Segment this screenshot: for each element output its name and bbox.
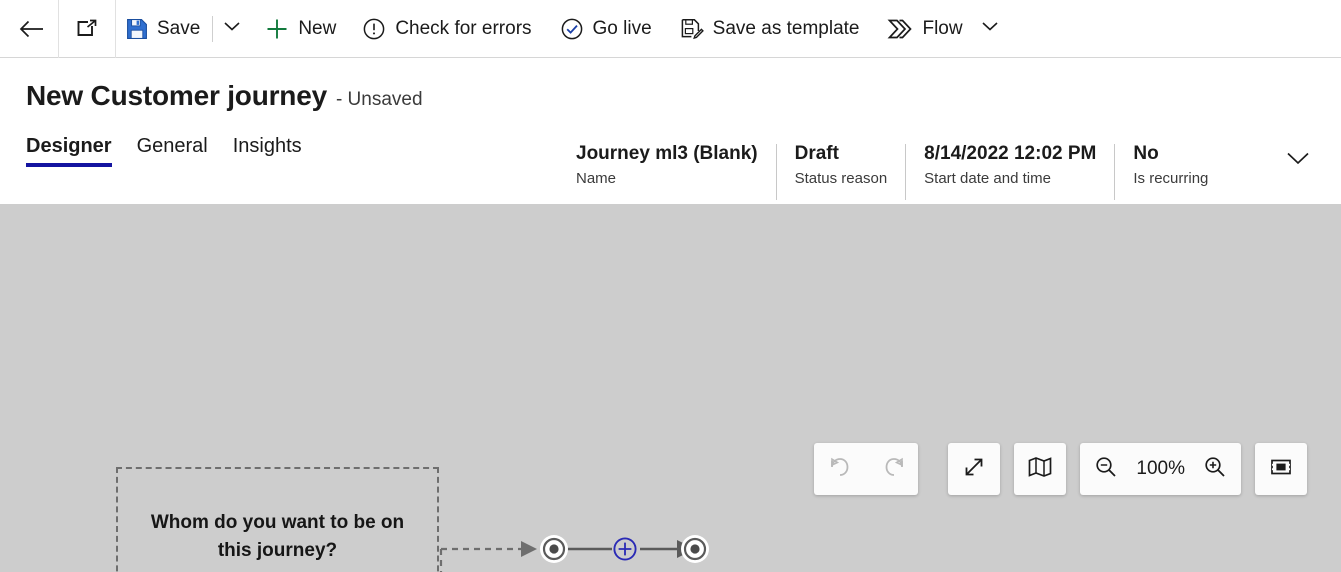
new-button[interactable]: New	[255, 9, 346, 49]
minimap-button[interactable]	[1014, 443, 1066, 495]
chevron-down-icon	[222, 19, 242, 38]
swimlane-question: Whom do you want to be on this journey?	[150, 512, 405, 561]
meta-label-is-recurring: Is recurring	[1133, 170, 1209, 187]
title-row: New Customer journey - Unsaved	[26, 58, 1341, 112]
check-for-errors-label: Check for errors	[395, 18, 532, 39]
meta-field-start-date[interactable]: 8/14/2022 12:02 PM Start date and time	[906, 142, 1114, 190]
zoom-out-icon	[1093, 454, 1119, 485]
check-for-errors-button[interactable]: Check for errors	[352, 9, 541, 49]
page-subtitle-unsaved: - Unsaved	[335, 89, 423, 110]
expand-diagonal-icon	[961, 454, 987, 485]
header-meta-strip: Journey ml3 (Blank) Name Draft Status re…	[576, 142, 1331, 204]
undo-icon	[827, 454, 853, 485]
fit-to-screen-icon	[1268, 454, 1294, 485]
insert-step-button[interactable]	[614, 538, 636, 560]
save-button[interactable]: Save	[116, 9, 210, 49]
zoom-level-label: 100%	[1136, 458, 1185, 479]
meta-field-name[interactable]: Journey ml3 (Blank) Name	[576, 142, 776, 190]
tab-general[interactable]: General	[137, 135, 208, 167]
fit-to-screen-button[interactable]	[1255, 443, 1307, 495]
save-floppy-icon	[126, 18, 148, 40]
tab-insights-label: Insights	[232, 135, 302, 157]
journey-designer-canvas[interactable]: Whom do you want to be on this journey? …	[0, 204, 1341, 572]
share-button[interactable]	[59, 9, 115, 49]
meta-value-name: Journey ml3 (Blank)	[576, 143, 758, 164]
go-live-label: Go live	[592, 18, 652, 39]
meta-value-is-recurring: No	[1133, 143, 1159, 164]
undo-redo-group	[814, 443, 919, 495]
zoom-out-button[interactable]	[1080, 443, 1132, 495]
flow-dropdown-button[interactable]	[973, 9, 1007, 49]
tab-designer-label: Designer	[26, 135, 112, 157]
command-bar: Save New Check for errors Go live Save a…	[0, 0, 1341, 58]
end-node[interactable]	[681, 535, 709, 563]
canvas-toolbar: 100%	[814, 443, 1307, 495]
undo-button[interactable]	[814, 443, 866, 495]
arrow-left-icon	[18, 18, 44, 40]
flow-label: Flow	[922, 18, 963, 39]
redo-icon	[879, 454, 905, 485]
meta-value-start-date: 8/14/2022 12:02 PM	[924, 143, 1097, 164]
save-dropdown-button[interactable]	[215, 9, 249, 49]
journey-flow-graph: Start End	[437, 524, 737, 572]
chevron-down-icon	[1283, 148, 1313, 173]
fit-group	[1255, 443, 1307, 495]
save-as-template-button[interactable]: Save as template	[670, 9, 870, 49]
new-label: New	[298, 18, 337, 39]
minimap-group	[1014, 443, 1067, 495]
map-icon	[1027, 454, 1053, 485]
meta-value-status-reason: Draft	[794, 143, 839, 164]
meta-label-name: Name	[576, 170, 617, 187]
view-group	[948, 443, 1001, 495]
zoom-in-button[interactable]	[1189, 443, 1241, 495]
meta-label-start-date: Start date and time	[924, 170, 1051, 187]
flow-button[interactable]: Flow	[877, 9, 972, 49]
flow-icon	[887, 17, 913, 41]
meta-field-is-recurring[interactable]: No Is recurring	[1115, 142, 1226, 190]
save-split-divider	[212, 15, 214, 42]
swimlane-audience[interactable]: Whom do you want to be on this journey? …	[116, 467, 439, 572]
zoom-group: 100%	[1080, 443, 1241, 495]
back-button[interactable]	[6, 9, 58, 49]
chevron-down-icon	[980, 19, 1000, 38]
expand-button[interactable]	[948, 443, 1000, 495]
redo-button[interactable]	[866, 443, 918, 495]
save-as-template-label: Save as template	[712, 18, 860, 39]
save-label: Save	[157, 18, 201, 39]
meta-expand-button[interactable]	[1283, 142, 1331, 173]
exclamation-circle-icon	[362, 17, 386, 41]
check-circle-icon	[560, 17, 584, 41]
meta-label-status-reason: Status reason	[794, 170, 888, 187]
page-header: New Customer journey - Unsaved Designer …	[0, 58, 1341, 204]
tab-designer[interactable]: Designer	[26, 135, 112, 167]
zoom-in-icon	[1202, 454, 1228, 485]
plus-icon	[265, 17, 289, 41]
page-title: New Customer journey	[26, 80, 327, 111]
go-live-button[interactable]: Go live	[550, 9, 662, 49]
share-open-in-new-icon	[75, 18, 99, 40]
save-template-icon	[680, 17, 704, 41]
tab-insights[interactable]: Insights	[233, 135, 302, 167]
start-node[interactable]	[540, 535, 568, 563]
meta-field-status-reason[interactable]: Draft Status reason	[777, 142, 906, 190]
tab-general-label: General	[136, 135, 208, 157]
